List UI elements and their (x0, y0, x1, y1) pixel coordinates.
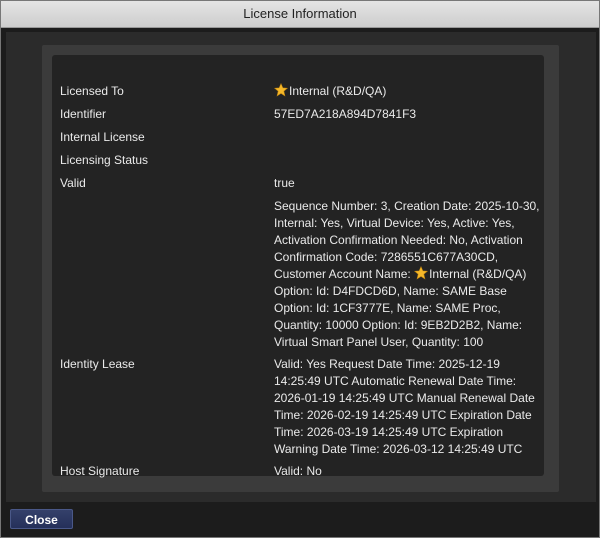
licensed-to-value-wrap: Internal (R&D/QA) (274, 83, 544, 100)
license-details-panel: Licensed To Internal (R&D/QA) Identifier… (52, 55, 544, 478)
host-signature-label: Host Signature (60, 464, 140, 478)
license-dialog: License Information Licensed To Internal… (0, 0, 600, 538)
dialog-title: License Information (1, 1, 599, 28)
internal-license-label: Internal License (60, 130, 145, 144)
licensing-status-label: Licensing Status (60, 153, 149, 167)
content-area: Licensed To Internal (R&D/QA) Identifier… (6, 32, 596, 502)
identity-lease-value: Valid: Yes Request Date Time: 2025-12-19… (274, 357, 535, 456)
license-details-value: Sequence Number: 3, Creation Date: 2025-… (274, 198, 544, 351)
close-button[interactable]: Close (10, 509, 73, 529)
valid-label: Valid (60, 176, 86, 190)
identifier-value: 57ED7A218A894D7841F3 (274, 107, 417, 121)
identity-lease-label: Identity Lease (60, 357, 135, 371)
host-signature-value: Valid: No (274, 464, 322, 478)
license-frame: Licensed To Internal (R&D/QA) Identifier… (42, 45, 559, 492)
star-icon (414, 266, 429, 280)
star-icon (274, 83, 288, 97)
licensed-to-label: Licensed To (60, 84, 124, 98)
valid-value: true (274, 176, 295, 190)
identifier-label: Identifier (60, 107, 107, 121)
licensed-to-value: Internal (R&D/QA) (289, 84, 387, 98)
